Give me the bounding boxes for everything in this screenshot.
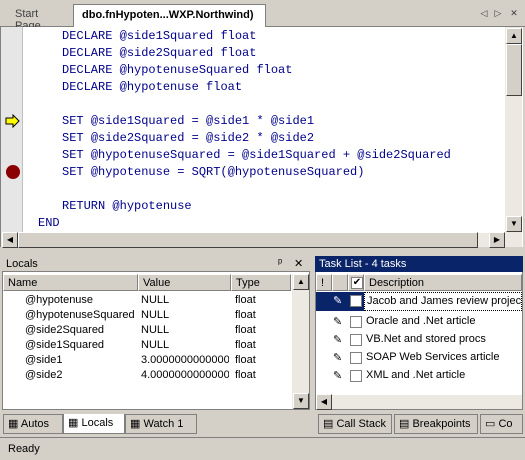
table-row[interactable]: @side1 3.0000000000000 float [3,353,291,368]
status-text: Ready [8,443,40,455]
task-checkbox[interactable] [350,352,362,364]
breakpoints-icon: ▤ [399,418,410,430]
task-checkbox[interactable] [350,370,362,382]
task-horizontal-scrollbar[interactable] [316,395,522,409]
breakpoint-gutter[interactable] [1,27,23,233]
vertical-scroll-thumb[interactable] [506,44,522,96]
task-icon: ✎ [333,334,343,346]
task-icon: ✎ [333,352,343,364]
task-description[interactable]: VB.Net and stored procs [366,333,486,345]
tab-autos[interactable]: ▦ Autos [3,414,63,434]
table-row[interactable]: @hypotenuse NULL float [3,293,291,308]
code-line: DECLARE @hypotenuseSquared float [62,63,293,77]
task-description[interactable]: Jacob and James review project [364,292,522,311]
locals-icon: ▦ [68,417,79,429]
code-line: SET @side1Squared = @side1 * @side1 [62,114,315,128]
locals-scroll-up-button[interactable]: ▲ [293,274,309,290]
call-stack-icon: ▤ [323,418,334,430]
task-list-title: Task List - 4 tasks [319,258,407,270]
locals-title-bar: Locals [2,256,310,272]
code-line: DECLARE @hypotenuse float [62,80,243,94]
close-locals-icon[interactable]: ✕ [294,257,306,271]
status-bar: Ready [0,437,525,460]
code-line: DECLARE @side2Squared float [62,46,257,60]
locals-vertical-scrollbar[interactable] [292,274,309,409]
code-line: SET @hypotenuse = SQRT(@hypotenuseSquare… [62,165,365,179]
table-row[interactable]: @side2Squared NULL float [3,323,291,338]
task-icon: ✎ [333,370,343,382]
tab-command-window[interactable]: ▭ Co [480,414,523,434]
scroll-tabs-right-icon[interactable]: ▷ [492,7,504,19]
task-description[interactable]: XML and .Net article [366,369,465,381]
horizontal-scroll-thumb[interactable] [18,232,478,248]
scroll-left-button[interactable]: ◀ [2,232,18,248]
code-line: RETURN @hypotenuse [62,199,192,213]
code-line: SET @side2Squared = @side2 * @side2 [62,131,315,145]
tab-breakpoints[interactable]: ▤ Breakpoints [394,414,478,434]
autos-icon: ▦ [8,418,19,430]
column-header-description[interactable]: Description [364,274,522,291]
column-header-type[interactable] [332,274,348,291]
checkbox-checked-icon: ✔ [351,277,363,289]
command-icon: ▭ [485,418,496,430]
tab-start-page[interactable]: Start Page [7,4,73,32]
task-icon: ✎ [333,316,343,328]
scroll-right-button[interactable]: ▶ [489,232,505,248]
pin-icon[interactable]: ᵖ [278,257,288,271]
column-header-value[interactable]: Value [138,274,231,291]
tab-watch-1[interactable]: ▦ Watch 1 [125,414,197,434]
scroll-up-button[interactable]: ▲ [506,28,522,44]
column-header-checked[interactable]: ✔ [348,274,364,291]
task-list-title-bar: Task List - 4 tasks [315,256,523,272]
tab-function-editor[interactable]: dbo.fnHypoten...WXP.Northwind) [73,4,266,28]
locals-scroll-down-button[interactable]: ▼ [293,393,309,409]
task-scroll-left-button[interactable]: ◀ [316,394,332,410]
table-row[interactable]: @side1Squared NULL float [3,338,291,353]
current-line-arrow-icon [5,114,20,128]
code-line: SET @hypotenuseSquared = @side1Squared +… [62,148,451,162]
table-row[interactable]: @side2 4.0000000000000 float [3,368,291,383]
column-header-name[interactable]: Name [3,274,138,291]
close-document-icon[interactable]: ✕ [508,7,520,19]
tab-locals[interactable]: ▦ Locals [63,414,125,434]
locals-title: Locals [6,258,38,270]
column-header-type[interactable]: Type [231,274,291,291]
code-line: END [38,216,60,230]
table-row[interactable]: @hypotenuseSquared NULL float [3,308,291,323]
task-checkbox[interactable] [350,295,362,307]
task-description[interactable]: SOAP Web Services article [366,351,499,363]
task-checkbox[interactable] [350,334,362,346]
task-icon: ✎ [333,295,343,307]
task-description[interactable]: Oracle and .Net article [366,315,475,327]
tab-call-stack[interactable]: ▤ Call Stack [318,414,392,434]
code-line: DECLARE @side1Squared float [62,29,257,43]
column-header-priority[interactable]: ! [316,274,332,291]
watch-icon: ▦ [130,418,141,430]
breakpoint-icon[interactable] [5,164,21,180]
scroll-tabs-left-icon[interactable]: ◁ [478,7,490,19]
scroll-down-button[interactable]: ▼ [506,216,522,232]
task-checkbox[interactable] [350,316,362,328]
